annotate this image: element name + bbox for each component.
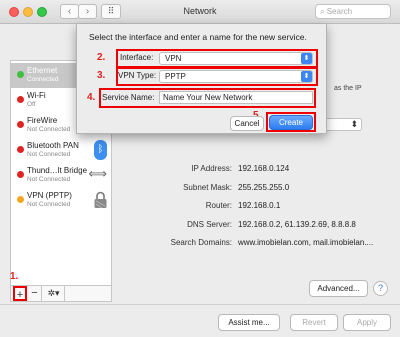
gear-menu-button[interactable]: ✲▾ [43,286,65,301]
new-service-sheet: Select the interface and enter a name fo… [76,24,327,134]
service-status: Not Connected [27,126,71,133]
annotation-step-3: 3. [97,70,106,81]
lock-icon [94,191,107,209]
service-status: Not Connected [27,151,71,158]
sheet-instructions: Select the interface and enter a name fo… [89,32,307,42]
chevron-updown-icon: ⬍ [301,53,312,64]
interface-label: Interface: [120,53,154,62]
service-name-input[interactable]: Name Your New Network [159,91,313,104]
service-name: FireWire [27,116,58,125]
cancel-button[interactable]: Cancel [230,116,264,131]
ip-address-label: IP Address: [191,164,232,173]
router-label: Router: [205,201,232,210]
service-item-thunderbolt-bridge[interactable]: Thund…lt Bridge Not Connected ⟺ [11,163,111,188]
service-status: Not Connected [27,201,71,208]
vpn-type-label: VPN Type: [118,71,157,80]
status-dot [17,121,24,128]
dns-server-value: 192.168.0.2, 61.139.2.69, 8.8.8.8 [238,220,356,229]
advanced-button[interactable]: Advanced... [309,280,368,297]
bluetooth-icon: ᛒ [94,140,107,160]
status-dot [17,96,24,103]
subnet-mask-value: 255.255.255.0 [238,183,290,192]
service-name: Thund…lt Bridge [27,166,88,175]
interface-value: VPN [165,54,182,63]
assist-me-button[interactable]: Assist me... [218,314,280,331]
annotation-step-4: 4. [87,92,96,103]
search-domains-label: Search Domains: [170,238,232,247]
annotation-step-1: 1. [10,271,19,282]
title-bar: ‹ › ⠿ Network ⌕ Search [0,0,400,24]
service-status: Connected [27,76,59,83]
divider [0,304,400,305]
remove-service-button[interactable]: − [28,286,42,301]
search-field[interactable]: ⌕ Search [315,4,391,19]
ip-address-value: 192.168.0.124 [238,164,290,173]
status-dot [17,196,24,203]
status-dot [17,146,24,153]
service-status: Off [27,101,36,108]
search-icon: ⌕ [320,7,325,16]
service-name: VPN (PPTP) [27,191,72,200]
search-placeholder: Search [326,7,353,16]
router-value: 192.168.0.1 [238,201,281,210]
dns-server-label: DNS Server: [187,220,232,229]
service-name: Wi-Fi [27,91,46,100]
create-button[interactable]: Create [269,115,313,130]
interface-popup[interactable]: VPN ⬍ [159,52,313,65]
revert-button[interactable]: Revert [290,314,338,331]
status-dot [17,171,24,178]
chevron-updown-icon: ⬍ [350,119,358,129]
service-name: Bluetooth PAN [27,141,79,150]
vpn-type-value: PPTP [165,72,186,81]
service-name: Ethernet [27,66,58,75]
service-name-label: Service Name: [102,93,155,102]
help-button[interactable]: ? [373,281,388,296]
vpn-type-popup[interactable]: PPTP ⬍ [159,70,313,83]
search-domains-value: www.imobielan.com, mail.imobielan.... [238,238,374,247]
status-dot [17,71,24,78]
service-status: Not Connected [27,176,71,183]
subnet-mask-label: Subnet Mask: [183,183,232,192]
service-item-vpn-pptp[interactable]: VPN (PPTP) Not Connected [11,188,111,213]
config-note: as the IP [334,85,362,92]
annotation-step-2: 2. [97,52,106,63]
service-item-bluetooth-pan[interactable]: Bluetooth PAN Not Connected ᛒ [11,138,111,163]
bridge-icon: ⟺ [88,166,107,181]
apply-button[interactable]: Apply [343,314,391,331]
add-service-button[interactable]: + [13,286,27,301]
service-list-toolbar: + − ✲▾ [10,286,112,302]
chevron-updown-icon: ⬍ [301,71,312,82]
